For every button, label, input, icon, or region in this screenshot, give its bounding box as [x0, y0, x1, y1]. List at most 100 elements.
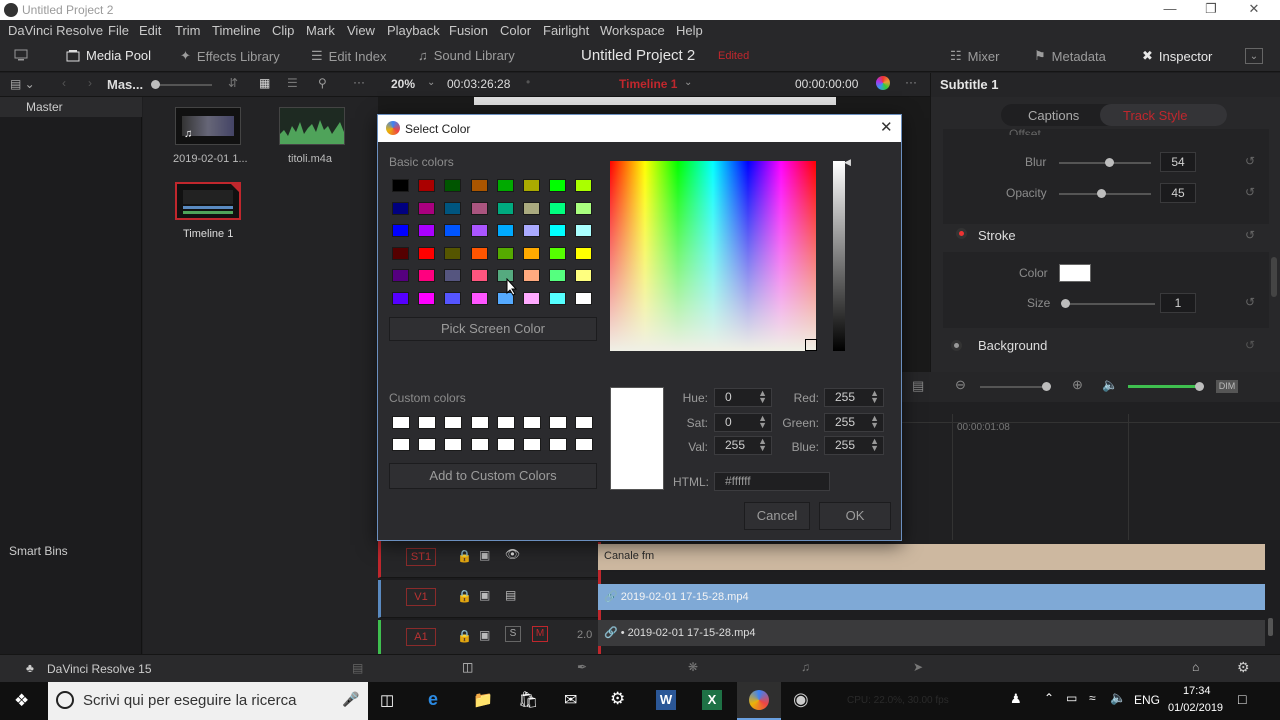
file-explorer-icon[interactable]: 📁 — [473, 690, 493, 710]
basic-color-swatch[interactable] — [418, 291, 436, 305]
basic-color-swatch[interactable] — [523, 269, 540, 282]
menu-clip[interactable]: Clip — [272, 23, 294, 38]
add-to-custom-colors-button[interactable]: Add to Custom Colors — [389, 463, 597, 489]
basic-color-swatch[interactable] — [470, 246, 488, 260]
red-spinbox[interactable]: 255 ▲ ▼ — [824, 388, 884, 407]
home-icon[interactable]: ⌂ — [1192, 660, 1199, 674]
custom-color-swatch[interactable] — [444, 416, 463, 429]
blue-spinbox[interactable]: 255 ▲ ▼ — [824, 436, 884, 455]
word-icon[interactable]: W — [656, 690, 676, 710]
basic-color-swatch[interactable] — [496, 201, 514, 215]
auto-select-icon[interactable]: ▣ — [479, 548, 490, 562]
minimize-icon[interactable]: — — [1160, 1, 1180, 16]
basic-color-swatch[interactable] — [470, 269, 488, 282]
basic-color-swatch[interactable] — [496, 179, 514, 192]
basic-color-swatch[interactable] — [575, 201, 593, 215]
blur-slider[interactable] — [1105, 158, 1114, 167]
deliver-page-icon[interactable]: ➤ — [913, 660, 923, 674]
basic-color-swatch[interactable] — [549, 224, 567, 237]
track-label[interactable]: ST1 — [406, 548, 436, 566]
cancel-button[interactable]: Cancel — [744, 502, 810, 530]
menu-mark[interactable]: Mark — [306, 23, 335, 38]
basic-color-swatch[interactable] — [418, 246, 436, 260]
fairlight-page-icon[interactable]: ♫ — [801, 660, 810, 674]
edge-icon[interactable]: e — [428, 689, 438, 710]
value-slider-arrow-icon[interactable]: ◀ — [844, 157, 851, 168]
tab-captions[interactable]: Captions — [1028, 108, 1079, 123]
excel-icon[interactable]: X — [702, 690, 722, 710]
speaker-icon[interactable]: 🔈 — [1102, 377, 1118, 393]
cut-page-icon[interactable]: ◫ — [462, 660, 473, 674]
media-page-icon[interactable]: ▤ — [352, 661, 363, 675]
basic-color-swatch[interactable] — [444, 179, 462, 192]
resolve-taskbar-button[interactable] — [737, 682, 781, 720]
basic-color-swatch[interactable] — [444, 269, 462, 282]
basic-color-swatch[interactable] — [392, 269, 409, 282]
inspector-button[interactable]: ✖ Inspector — [1142, 48, 1212, 64]
fusion-page-icon[interactable]: ❋ — [688, 660, 698, 674]
basic-color-swatch[interactable] — [444, 201, 462, 215]
basic-color-swatch[interactable] — [418, 269, 436, 282]
eye-icon[interactable]: 👁 — [505, 547, 520, 561]
video-clip-thumbnail[interactable]: ♫ — [175, 107, 241, 145]
basic-color-swatch[interactable] — [575, 246, 593, 260]
basic-color-swatch[interactable] — [392, 246, 409, 260]
custom-color-swatch[interactable] — [496, 416, 515, 429]
audio-clip[interactable]: 🔗 • 2019-02-01 17-15-28.mp4 — [598, 620, 1265, 646]
basic-color-swatch[interactable] — [392, 291, 409, 305]
track-label[interactable]: A1 — [406, 628, 436, 646]
basic-color-swatch[interactable] — [549, 179, 567, 192]
custom-color-swatch[interactable] — [523, 438, 541, 451]
effects-library-button[interactable]: ✦ Effects Library — [180, 48, 280, 64]
tray-up-icon[interactable]: ⌃ — [1044, 691, 1054, 705]
tab-track-style[interactable]: Track Style — [1123, 108, 1188, 123]
viewer-options-icon[interactable]: ··· — [905, 75, 917, 89]
custom-color-swatch[interactable] — [470, 438, 489, 451]
lock-icon[interactable]: 🔒 — [457, 629, 472, 643]
basic-color-swatch[interactable] — [392, 201, 409, 215]
basic-color-swatch[interactable] — [496, 246, 514, 260]
basic-color-swatch[interactable] — [549, 291, 567, 305]
opacity-value[interactable]: 45 — [1160, 183, 1196, 203]
restore-icon[interactable]: ❐ — [1201, 1, 1221, 17]
basic-color-swatch[interactable] — [549, 269, 567, 282]
basic-color-swatch[interactable] — [575, 224, 593, 237]
tracks-scrollbar[interactable] — [1268, 618, 1273, 636]
menu-workspace[interactable]: Workspace — [600, 23, 665, 38]
basic-color-swatch[interactable] — [523, 291, 540, 305]
color-picker-crosshair[interactable] — [805, 339, 817, 351]
reset-icon[interactable]: ↺ — [1245, 154, 1255, 168]
people-icon[interactable]: ♟ — [1010, 691, 1022, 707]
nav-back-icon[interactable]: ‹ — [62, 76, 66, 90]
menu-help[interactable]: Help — [676, 23, 703, 38]
basic-color-swatch[interactable] — [470, 291, 488, 305]
basic-color-swatch[interactable] — [523, 179, 540, 192]
basic-color-swatch[interactable] — [470, 224, 488, 237]
reset-icon[interactable]: ↺ — [1245, 338, 1255, 352]
basic-color-swatch[interactable] — [575, 291, 593, 305]
zoom-dropdown-icon[interactable]: ⌄ — [427, 77, 435, 88]
custom-color-swatch[interactable] — [549, 416, 568, 429]
menu-file[interactable]: File — [108, 23, 129, 38]
zoom-level[interactable]: 20% — [391, 77, 415, 91]
custom-color-swatch[interactable] — [418, 416, 437, 429]
stroke-color-swatch[interactable] — [1059, 264, 1091, 282]
store-icon[interactable]: 🛍 — [518, 690, 538, 710]
menu-edit[interactable]: Edit — [139, 23, 161, 38]
task-view-icon[interactable]: ◫ — [380, 691, 394, 709]
menu-playback[interactable]: Playback — [387, 23, 440, 38]
custom-color-swatch[interactable] — [549, 438, 568, 451]
custom-color-swatch[interactable] — [575, 438, 594, 451]
menu-davinci[interactable]: DaVinci Resolve — [8, 23, 103, 38]
volume-icon[interactable]: 🔈 — [1110, 690, 1126, 706]
master-bin[interactable]: Master — [0, 97, 142, 117]
timeline-zoom-slider[interactable] — [1042, 382, 1051, 391]
basic-color-swatch[interactable] — [496, 224, 514, 237]
custom-color-swatch[interactable] — [418, 438, 437, 451]
inspector-scrollbar[interactable] — [1271, 257, 1277, 297]
menu-trim[interactable]: Trim — [175, 23, 201, 38]
volume-slider[interactable] — [1195, 382, 1204, 391]
hue-spinbox[interactable]: 0 ▲ ▼ — [714, 388, 772, 407]
basic-color-swatch[interactable] — [575, 269, 593, 282]
track-label[interactable]: V1 — [406, 588, 436, 606]
